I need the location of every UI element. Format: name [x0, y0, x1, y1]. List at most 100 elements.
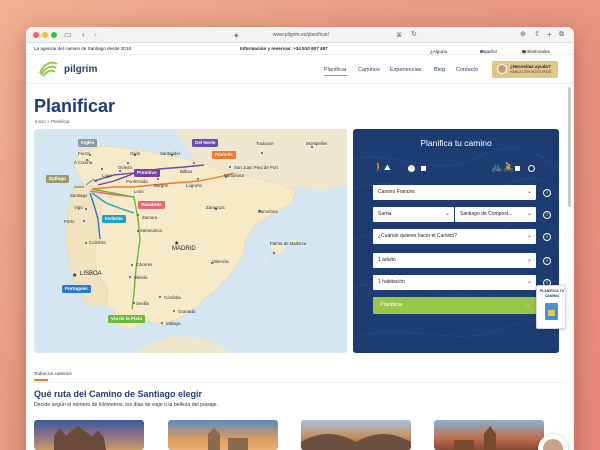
adults-select[interactable]: 1 adulto ⌄	[373, 253, 536, 268]
capital-madrid: MADRID	[172, 246, 196, 252]
download-icon[interactable]: ⊕	[520, 30, 526, 40]
city-palma: Palma de Mallorca	[270, 241, 307, 246]
tabs-icon[interactable]: ⧉	[559, 30, 564, 40]
chevron-down-icon: ⌄	[444, 211, 450, 217]
sidebar-icon[interactable]: ▭	[64, 30, 72, 40]
section-underline	[34, 379, 48, 381]
chevron-down-icon: ⌄	[526, 233, 532, 239]
city-malaga: Málaga	[166, 321, 181, 326]
route-del-norte[interactable]: Del Norte	[192, 139, 219, 147]
info-icon[interactable]: i	[543, 189, 551, 197]
nav-caminos[interactable]: Caminos	[358, 66, 380, 74]
to-select[interactable]: Santiago de Compost... ⌄	[455, 207, 536, 222]
date-select[interactable]: ¿Cuándo quieres hacer el Camino? ⌄	[373, 229, 536, 244]
city-burgos: Burgos	[154, 183, 168, 188]
planifica-floating-card[interactable]: PLANIFICA TU CAMINO	[536, 285, 566, 329]
rooms-select[interactable]: 1 habitación ⌄	[373, 275, 536, 290]
city-zaragoza: Zaragoza	[206, 205, 225, 210]
city-leon: León	[134, 189, 144, 194]
breadcrumb-current: Planificar	[50, 119, 70, 124]
guidebook-icon	[545, 303, 558, 320]
city-valencia: Valencia	[212, 259, 229, 264]
chat-avatar	[543, 439, 563, 450]
church-image	[454, 426, 496, 450]
city-coimbra: Coimbra	[89, 240, 106, 245]
route-portugues[interactable]: Portugués	[62, 285, 91, 293]
maximize-dot[interactable]	[51, 32, 57, 38]
route-card-2[interactable]	[168, 420, 278, 450]
browser-chrome: ▭ ‹ › ◈ www.pilgrim.es/planificar/ ⌘ ↻ ⊕…	[26, 27, 574, 43]
city-pamplona: Pamplona	[224, 173, 244, 178]
planner-panel: Planifica tu camino 🚶 ⛰ 🚲 🚴 Camino Franc…	[353, 129, 559, 353]
bridge-image	[301, 434, 411, 450]
chevron-down-icon: ⌄	[526, 257, 532, 263]
route-card-4[interactable]	[434, 420, 544, 450]
nav-blog[interactable]: Blog	[434, 66, 445, 74]
section-title: Qué ruta del Camino de Santiago elegir	[34, 389, 203, 399]
hike-icon: ⛰	[384, 163, 391, 172]
nav-planificar[interactable]: Planificar	[324, 66, 347, 76]
info-icon[interactable]: i	[543, 257, 551, 265]
top-info-bar: La agencia del camino de Santiago desde …	[26, 43, 574, 60]
route-card-1[interactable]	[34, 420, 144, 450]
city-santiago: Santiago	[70, 193, 88, 198]
address-bar[interactable]: www.pilgrim.es/planificar/	[246, 30, 356, 40]
site-header: pilgrim Planificar Caminos Experiencias …	[26, 56, 574, 84]
route-card-3[interactable]	[301, 420, 411, 450]
route-frances[interactable]: Francés	[212, 151, 236, 159]
close-dot[interactable]	[33, 32, 39, 38]
walk-radio[interactable]	[408, 165, 415, 172]
forward-icon[interactable]: ›	[94, 30, 97, 40]
city-montpellier: Montpellier	[306, 141, 328, 146]
share-icon[interactable]: ⇪	[534, 30, 540, 40]
nav-contacto[interactable]: Contacto	[456, 66, 478, 74]
route-ingles[interactable]: Inglés	[78, 139, 98, 147]
back-icon[interactable]: ‹	[82, 30, 85, 40]
bike-icon: 🚲	[491, 162, 503, 172]
svg-text:★: ★	[72, 272, 77, 279]
reload-icon[interactable]: ↻	[411, 30, 417, 40]
planificar-button[interactable]: Planificar →	[373, 297, 536, 314]
city-vigo: Vigo	[74, 205, 83, 210]
city-salamanca: Salamanca	[140, 228, 162, 233]
browser-window: ▭ ‹ › ◈ www.pilgrim.es/planificar/ ⌘ ↻ ⊕…	[26, 27, 574, 450]
scrollbar[interactable]	[568, 87, 571, 207]
capital-lisboa: LISBOA	[80, 271, 102, 277]
cathedral-image	[54, 426, 106, 450]
route-sanabres[interactable]: Sanabrés	[138, 201, 165, 209]
planner-title: Planifica tu camino	[420, 138, 492, 148]
city-zamora: Zamora	[142, 215, 158, 220]
city-lugo: Lugo	[102, 173, 112, 178]
logo-icon[interactable]	[38, 61, 58, 77]
minimize-dot[interactable]	[42, 32, 48, 38]
city-barcelona: Barcelona	[258, 209, 278, 214]
city-porto: Porto	[64, 219, 75, 224]
route-epilogo[interactable]: Epílogo	[46, 175, 69, 183]
logo-text[interactable]: pilgrim	[64, 64, 97, 76]
city-toulouse: Toulouse	[256, 141, 274, 146]
city-oviedo: Oviedo	[118, 165, 132, 170]
phone-info[interactable]: Información y reservas: +34 910 607 497	[240, 46, 328, 52]
translate-icon[interactable]: ⌘	[396, 31, 402, 41]
chevron-down-icon: ⌄	[526, 211, 532, 217]
route-via-plata[interactable]: Vía de la Plata	[108, 315, 145, 323]
city-merida: Mérida	[134, 275, 148, 280]
camino-select[interactable]: Camino Francés ⌄	[373, 185, 536, 200]
route-invierno[interactable]: Invierno	[102, 215, 126, 223]
route-map[interactable]: ★ ★ Ferrol A Coruña Oviedo Gijón Santand…	[34, 129, 347, 353]
bike-radio[interactable]	[528, 165, 535, 172]
new-tab-icon[interactable]: +	[547, 30, 552, 40]
from-select[interactable]: Sarria ⌄	[373, 207, 454, 222]
nav-experiencias[interactable]: Experiencias	[390, 66, 422, 74]
info-icon[interactable]: i	[543, 211, 551, 219]
walk-icon: 🚶	[373, 162, 385, 172]
info-icon[interactable]: i	[543, 233, 551, 241]
chevron-down-icon: ⌄	[526, 279, 532, 285]
chevron-down-icon: ⌄	[526, 189, 532, 195]
tagline: La agencia del camino de Santiago desde …	[34, 46, 132, 51]
city-sjpp: San Juan Pied de Port	[234, 165, 278, 170]
shield-icon: ◈	[234, 33, 239, 39]
route-primitivo[interactable]: Primitivo	[134, 169, 160, 177]
help-button[interactable]: ¿Necesitas ayuda? HABLA CON NOSOTROS	[492, 61, 558, 78]
breadcrumb-home[interactable]: Inicio	[35, 119, 46, 124]
